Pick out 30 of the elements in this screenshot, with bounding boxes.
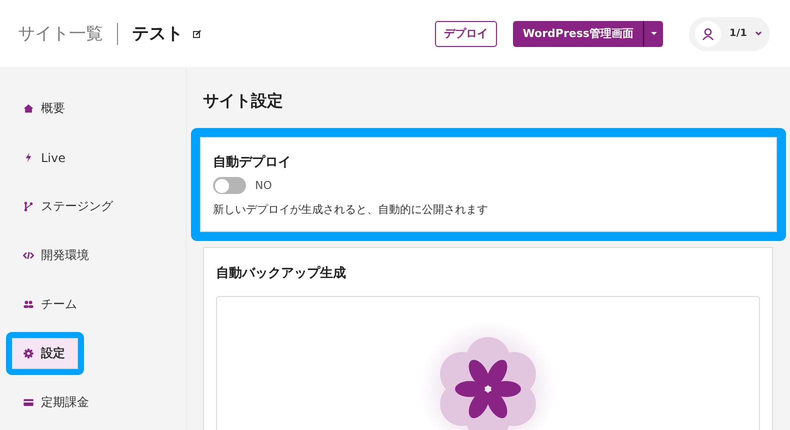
page-title: サイト設定 <box>203 91 284 112</box>
code-icon <box>23 250 34 261</box>
card-title: 自動バックアップ生成 <box>216 264 347 282</box>
people-icon <box>23 299 34 310</box>
sidebar-item[interactable]: ステージング <box>12 191 126 222</box>
home-icon <box>23 103 34 114</box>
credit-card-icon <box>23 397 34 408</box>
sidebar-item[interactable]: チーム <box>12 289 90 320</box>
chevron-down-icon <box>755 31 762 36</box>
sidebar-item[interactable]: 設定 <box>12 338 78 369</box>
user-icon <box>702 28 714 40</box>
site-name: テスト <box>132 23 183 45</box>
settings-icon <box>23 348 34 359</box>
account-menu[interactable]: 1/1 <box>689 16 770 50</box>
setting-description: 新しいデプロイが生成されると、自動的に公開されます <box>213 202 489 217</box>
caret-icon <box>650 32 657 36</box>
sidebar-item[interactable]: 概要 <box>12 93 78 124</box>
breadcrumb-link[interactable]: サイト一覧 <box>18 22 103 45</box>
lightning-icon <box>23 152 34 163</box>
sidebar-item[interactable]: Live <box>12 142 79 173</box>
sidebar-item[interactable]: 開発環境 <box>12 240 102 271</box>
deploy-button[interactable]: デプロイ <box>434 20 497 46</box>
toggle-switch[interactable] <box>213 177 246 194</box>
card-title: 自動デプロイ <box>213 154 292 171</box>
edit-icon[interactable] <box>193 30 201 38</box>
sidebar-item[interactable]: 定期課金 <box>12 387 102 418</box>
toggle-label: NO <box>255 179 272 192</box>
branch-icon <box>23 201 34 212</box>
wordpress-admin-button[interactable]: WordPress管理画面 <box>512 20 644 46</box>
dropdown-button[interactable] <box>644 20 664 46</box>
